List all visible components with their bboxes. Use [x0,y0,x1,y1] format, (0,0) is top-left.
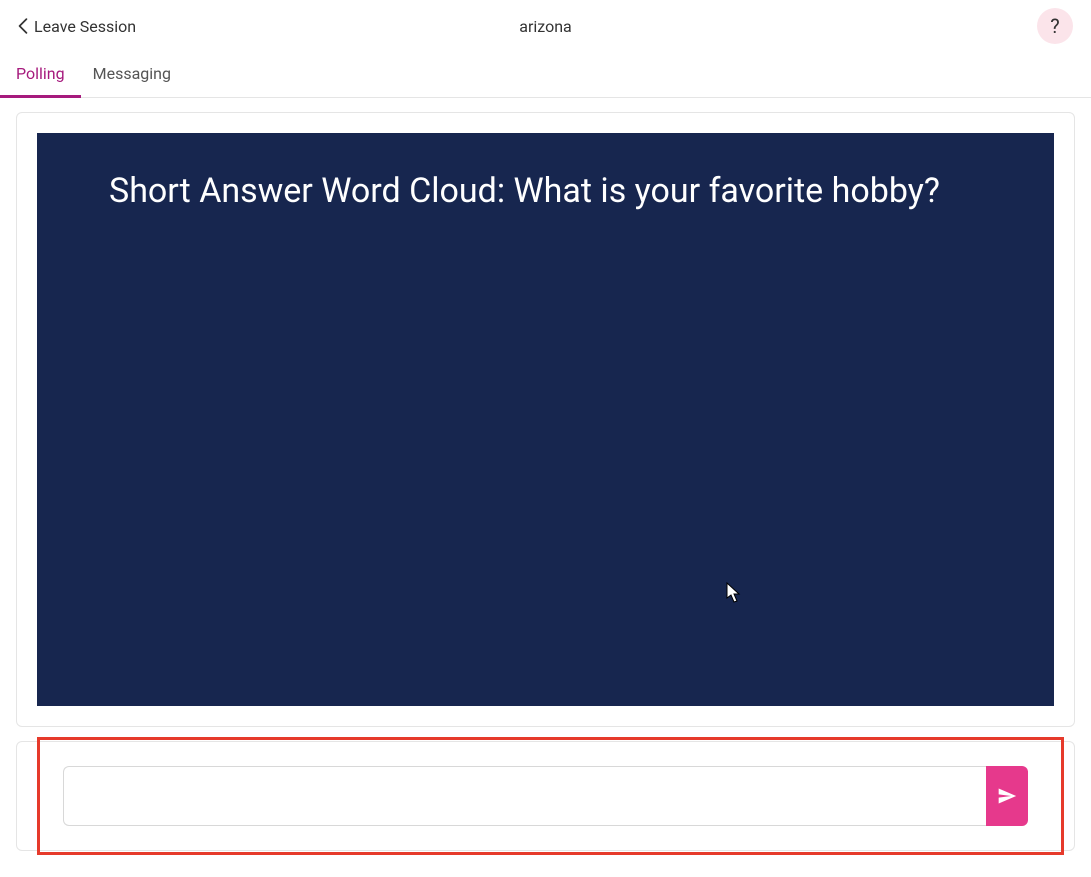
answer-input[interactable] [63,766,986,826]
answer-card [16,741,1075,851]
tab-polling[interactable]: Polling [16,52,65,97]
help-button[interactable]: ? [1037,8,1073,44]
header: Leave Session arizona ? [0,0,1091,52]
chevron-left-icon [18,18,28,34]
question-slide: Short Answer Word Cloud: What is your fa… [37,133,1054,706]
answer-row [63,766,1028,826]
tabs: Polling Messaging [0,52,1091,98]
send-button[interactable] [986,766,1028,826]
send-icon [997,786,1017,806]
question-text: Short Answer Word Cloud: What is your fa… [109,167,982,216]
tab-messaging[interactable]: Messaging [93,52,171,97]
leave-session-button[interactable]: Leave Session [18,17,136,36]
leave-session-label: Leave Session [34,17,136,36]
question-card: Short Answer Word Cloud: What is your fa… [16,112,1075,727]
session-title: arizona [519,17,572,36]
help-icon: ? [1050,14,1059,38]
content-area: Short Answer Word Cloud: What is your fa… [0,98,1091,865]
